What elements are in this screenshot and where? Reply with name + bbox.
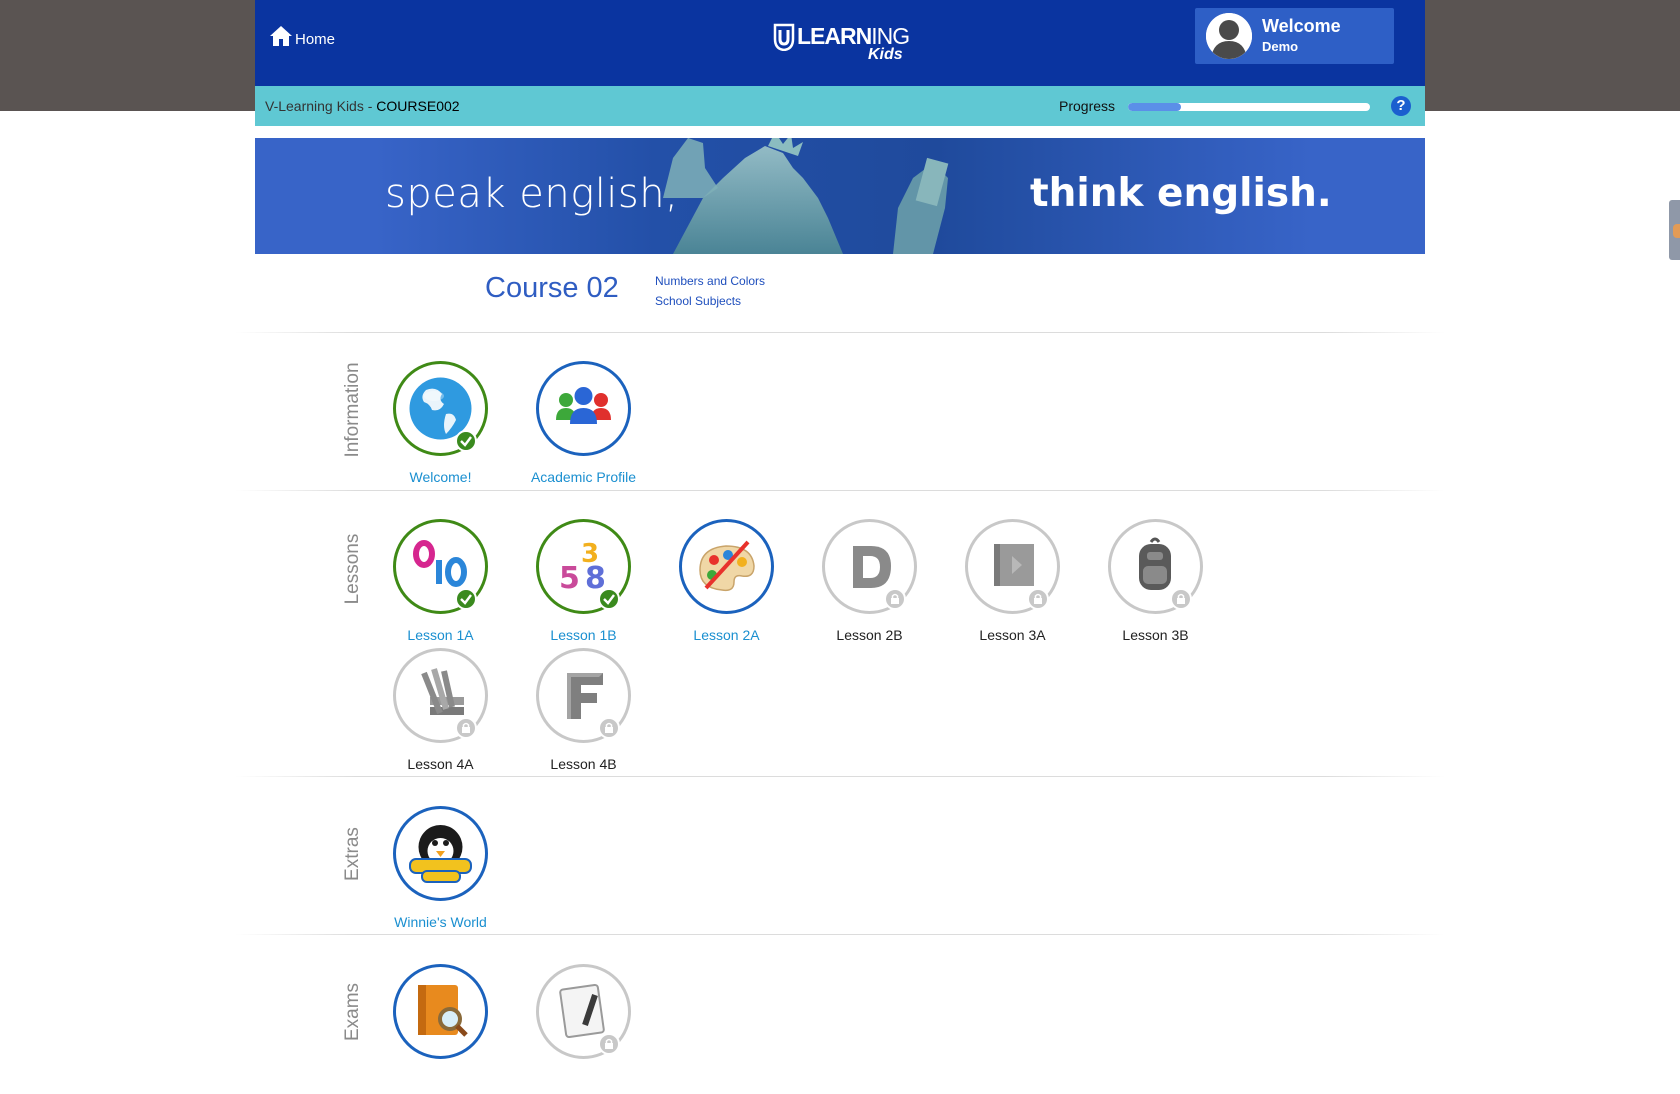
home-icon xyxy=(270,26,292,46)
tile-lesson-3a[interactable]: Lesson 3A xyxy=(941,519,1084,649)
logo-shield-icon xyxy=(773,23,795,51)
course-title: Course 02 xyxy=(485,272,619,304)
tile-welcome[interactable]: Welcome! xyxy=(369,361,512,491)
book-magnifier-icon xyxy=(418,985,468,1037)
topic-link[interactable]: Numbers and Colors xyxy=(655,271,765,291)
tile-label: Lesson 1B xyxy=(550,627,617,643)
tile-lesson-1b[interactable]: 5 3 8 Lesson 1B xyxy=(512,519,655,649)
welcome-user-name: Demo xyxy=(1262,39,1299,54)
tile-label: Lesson 1A xyxy=(407,627,474,643)
completed-check-icon xyxy=(455,588,477,610)
progress-label: Progress xyxy=(1059,98,1116,114)
tile-label: Welcome! xyxy=(409,469,472,485)
tile-circle xyxy=(393,964,488,1059)
progress-fill xyxy=(1128,103,1182,111)
section-label-extras: Extras xyxy=(342,827,363,881)
tile-lesson-3b[interactable]: Lesson 3B xyxy=(1084,519,1227,649)
tile-winnies-world[interactable]: Winnie's World xyxy=(369,806,512,936)
main-container: Home LEARNING Kids Welcome Demo V-Learni… xyxy=(235,0,1445,1059)
tile-circle xyxy=(393,806,488,901)
course-breadcrumb: V-Learning Kids - COURSE002 xyxy=(265,98,460,114)
tile-exam-1[interactable] xyxy=(369,964,512,1094)
home-link[interactable]: Home xyxy=(269,24,335,48)
tile-exam-2[interactable] xyxy=(512,964,655,1094)
tile-label: Lesson 3B xyxy=(1122,627,1189,643)
home-label: Home xyxy=(295,31,336,48)
user-welcome-box[interactable]: Welcome Demo xyxy=(1195,8,1394,64)
tile-academic-profile[interactable]: Academic Profile xyxy=(512,361,655,491)
tile-circle xyxy=(536,361,631,456)
banner-slogan-right: think english. xyxy=(1030,171,1332,216)
tile-lesson-4b[interactable]: Lesson 4B xyxy=(512,648,655,778)
tile-label: Lesson 3A xyxy=(979,627,1046,643)
winnies-world-penguin-icon xyxy=(409,825,472,883)
lock-icon xyxy=(1170,588,1192,610)
help-icon[interactable]: ? xyxy=(1391,96,1411,116)
avatar xyxy=(1206,13,1252,59)
tile-label: Winnie's World xyxy=(394,914,487,930)
banner-slogan-left: speak english, xyxy=(385,171,679,217)
lock-icon xyxy=(455,717,477,739)
welcome-title: Welcome xyxy=(1262,16,1341,36)
tile-circle xyxy=(679,519,774,614)
progress-bar xyxy=(1128,103,1370,111)
course-bar: V-Learning Kids - COURSE002 Progress ? xyxy=(255,86,1425,126)
section-divider xyxy=(235,490,1445,491)
promo-banner: speak english, think english. xyxy=(255,138,1425,254)
tile-label: Lesson 4A xyxy=(407,756,474,772)
tile-lesson-1a[interactable]: Lesson 1A xyxy=(369,519,512,649)
lock-icon xyxy=(598,1033,620,1055)
section-label-lessons: Lessons xyxy=(342,533,363,605)
completed-check-icon xyxy=(598,588,620,610)
svg-text:5: 5 xyxy=(559,561,580,596)
section-divider xyxy=(235,776,1445,777)
user-silhouette-icon xyxy=(1206,13,1252,59)
side-feedback-tab[interactable] xyxy=(1669,200,1680,260)
top-header: Home LEARNING Kids Welcome Demo xyxy=(255,0,1425,86)
lock-icon xyxy=(884,588,906,610)
tile-lesson-4a[interactable]: Lesson 4A xyxy=(369,648,512,778)
section-divider xyxy=(235,332,1445,333)
section-label-information: Information xyxy=(342,362,363,458)
side-tab-marker xyxy=(1673,224,1680,238)
topic-link[interactable]: School Subjects xyxy=(655,291,765,311)
tile-label: Lesson 2A xyxy=(693,627,760,643)
people-icon xyxy=(556,387,611,424)
tile-label: Academic Profile xyxy=(530,469,637,485)
lock-icon xyxy=(598,717,620,739)
paint-palette-icon xyxy=(699,540,755,592)
section-divider xyxy=(235,934,1445,935)
logo-kids: Kids xyxy=(868,46,903,63)
tile-lesson-2b[interactable]: Lesson 2B xyxy=(798,519,941,649)
section-label-exams: Exams xyxy=(342,982,363,1042)
lock-icon xyxy=(1027,588,1049,610)
learning-kids-logo: LEARNING Kids xyxy=(773,20,913,64)
tile-lesson-2a[interactable]: Lesson 2A xyxy=(655,519,798,649)
tile-label: Lesson 2B xyxy=(836,627,903,643)
completed-check-icon xyxy=(455,430,477,452)
course-topics: Numbers and Colors School Subjects xyxy=(655,271,765,311)
tile-label: Lesson 4B xyxy=(550,756,617,772)
